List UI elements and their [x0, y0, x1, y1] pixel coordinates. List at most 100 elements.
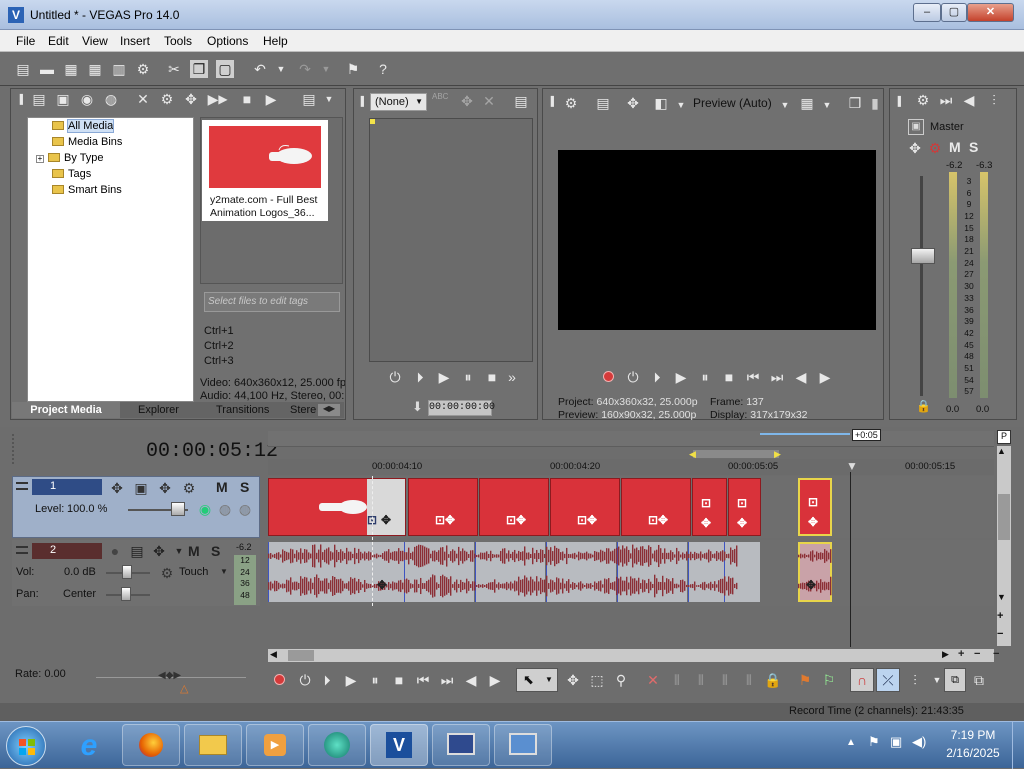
track-fx-icon[interactable]: ▤: [128, 542, 146, 560]
stop-media-icon[interactable]: ■: [238, 90, 256, 108]
stop-icon[interactable]: ■: [483, 368, 501, 386]
zoom-tool-icon[interactable]: ⚲: [612, 671, 630, 689]
level-slider-handle[interactable]: [171, 502, 185, 516]
scroll-left-icon[interactable]: ◀: [270, 649, 277, 660]
enable-snapping-icon[interactable]: ⚑: [344, 60, 362, 78]
show-desktop-button[interactable]: [1012, 722, 1024, 769]
tab-explorer[interactable]: Explorer: [138, 402, 179, 418]
media-item[interactable]: y2mate.com - Full Best Animation Logos_3…: [202, 120, 328, 221]
save-icon[interactable]: ▦: [62, 60, 80, 78]
lock-icon[interactable]: 🔒: [916, 399, 931, 413]
play-from-start-icon[interactable]: ⏵: [318, 671, 336, 689]
zoom-fit-icon[interactable]: −: [993, 648, 999, 660]
stop-icon[interactable]: ■: [390, 671, 408, 689]
master-solo-button[interactable]: S: [969, 139, 978, 155]
play-icon[interactable]: ▶: [342, 671, 360, 689]
copy-icon[interactable]: ❐: [190, 60, 208, 78]
timeline-timecode[interactable]: 00:00:05:12: [146, 440, 278, 463]
trim-end-icon[interactable]: ⫴: [716, 671, 734, 689]
track-drag-icon[interactable]: [16, 546, 28, 554]
split-icon[interactable]: ⫴: [740, 671, 758, 689]
video-clip[interactable]: ⊡✥: [408, 478, 478, 536]
pause-icon[interactable]: ⏸: [366, 671, 384, 689]
pan-crop-icon[interactable]: ⊡✥: [808, 492, 818, 532]
automation-mode-value[interactable]: Touch: [179, 566, 208, 578]
track-fx-icon[interactable]: ▣: [132, 479, 150, 497]
track-composite-icon[interactable]: ✥: [156, 479, 174, 497]
save-as-icon[interactable]: ▦: [86, 60, 104, 78]
taskbar-remote-app[interactable]: [494, 724, 552, 766]
record-icon[interactable]: [603, 371, 614, 382]
horizontal-scroll-thumb[interactable]: [288, 650, 314, 661]
video-clip[interactable]: ⊡✥: [728, 478, 761, 536]
taskbar-network-app[interactable]: [432, 724, 490, 766]
pan-crop-icon[interactable]: ⊡✥: [577, 513, 597, 527]
clip-fx-icon[interactable]: ✥: [381, 513, 391, 527]
master-fx-chain-icon[interactable]: ⚙: [926, 139, 944, 157]
zoom-out-horizontal-icon[interactable]: −: [974, 648, 980, 660]
pan-crop-icon[interactable]: ⊡✥: [435, 513, 455, 527]
tab-transitions[interactable]: Transitions: [216, 402, 269, 418]
remove-media-icon[interactable]: ✕: [134, 90, 152, 108]
expand-plus-icon[interactable]: +: [36, 155, 44, 163]
prev-frame-icon[interactable]: ◀: [462, 671, 480, 689]
overlays-chevron-icon[interactable]: ▼: [818, 96, 836, 114]
play-icon[interactable]: ▶: [672, 368, 690, 386]
rewind-icon[interactable]: ◀: [792, 368, 810, 386]
track-motion-icon[interactable]: ✥: [108, 479, 126, 497]
taskbar-vegas[interactable]: V: [370, 724, 428, 766]
spellcheck-icon[interactable]: ABC: [432, 92, 448, 101]
zoom-out-vertical-icon[interactable]: −: [997, 628, 1003, 640]
video-clip-selected[interactable]: ⊡ ✥: [798, 478, 832, 536]
copy-snapshot-icon[interactable]: ❐: [846, 94, 864, 112]
scroll-up-icon[interactable]: ▲: [997, 446, 1006, 456]
show-hidden-icons-icon[interactable]: ▲: [846, 737, 856, 748]
clock-date[interactable]: 2/16/2025: [944, 746, 1002, 760]
views-chevron-icon[interactable]: ▼: [320, 90, 338, 108]
taskbar-explorer[interactable]: [184, 724, 242, 766]
auto-preview-icon[interactable]: ▶: [262, 90, 280, 108]
menu-options[interactable]: Options: [207, 34, 248, 48]
preview-properties-icon[interactable]: ⚙: [562, 94, 580, 112]
automation-mode-chevron-icon[interactable]: ▼: [220, 567, 228, 576]
arm-record-icon[interactable]: ●: [106, 542, 124, 560]
properties-gear-icon[interactable]: ⚙: [134, 60, 152, 78]
mixer-properties-icon[interactable]: ⚙: [914, 91, 932, 109]
envelope-tool-icon[interactable]: ✥: [564, 671, 582, 689]
open-icon[interactable]: ▬: [38, 60, 56, 78]
pause-icon[interactable]: ⏸: [459, 368, 477, 386]
vertical-scroll-thumb[interactable]: [998, 494, 1010, 540]
capture-video-icon[interactable]: ▣: [54, 90, 72, 108]
pan-crop-icon[interactable]: ⊡✥: [506, 513, 526, 527]
vol-slider-handle[interactable]: [122, 565, 132, 579]
paste-icon[interactable]: ▢: [216, 60, 234, 78]
track-mute-button[interactable]: M: [216, 479, 228, 495]
render-as-icon[interactable]: ▥: [110, 60, 128, 78]
redo-icon[interactable]: ↷: [296, 60, 314, 78]
pan-crop-icon[interactable]: ⊡✥: [737, 493, 747, 533]
views-icon[interactable]: ▤: [300, 90, 318, 108]
tab-stereo[interactable]: Stereo: [290, 402, 316, 418]
go-to-end-icon[interactable]: ⏭: [438, 671, 456, 689]
child-icon[interactable]: ◍: [236, 500, 254, 518]
marker-bar[interactable]: [268, 431, 994, 447]
tags-input[interactable]: Select files to edit tags: [204, 292, 340, 312]
compositing-mode-icon[interactable]: ◉: [196, 500, 214, 518]
track-mute-button[interactable]: M: [188, 543, 200, 559]
get-media-icon[interactable]: ◉: [78, 90, 96, 108]
close-button[interactable]: ✕: [967, 3, 1014, 22]
delete-icon[interactable]: ✕: [644, 671, 662, 689]
network-icon[interactable]: ▣: [890, 734, 902, 750]
timeline-dock-handle[interactable]: [12, 434, 20, 464]
undo-history-chevron-icon[interactable]: ▼: [272, 60, 290, 78]
panel-dock-handle-icon[interactable]: ▌: [892, 92, 910, 110]
loop-playback-icon[interactable]: ⏻: [296, 671, 314, 689]
marker-toggle-icon[interactable]: P: [997, 430, 1011, 444]
video-clip[interactable]: ⊡✥: [692, 478, 727, 536]
track-automation-icon[interactable]: ⚙: [180, 479, 198, 497]
minimize-button[interactable]: –: [913, 3, 941, 22]
pan-crop-icon[interactable]: ⊡✥: [648, 513, 668, 527]
tree-item-tags[interactable]: Tags: [52, 168, 91, 184]
whats-this-help-icon[interactable]: ?: [374, 60, 392, 78]
panel-dock-handle-icon[interactable]: ▌: [545, 92, 563, 110]
